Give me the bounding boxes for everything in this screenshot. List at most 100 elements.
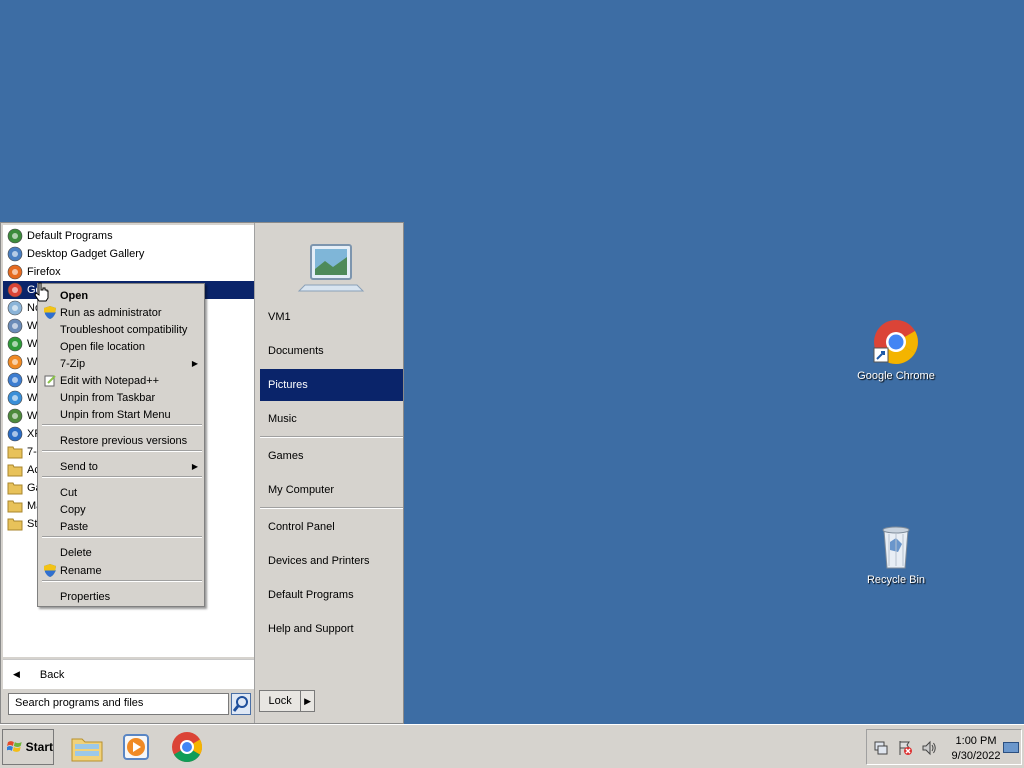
context-menu-item[interactable]: Open bbox=[40, 287, 204, 304]
back-arrow-icon: ◀ bbox=[13, 669, 20, 679]
desktop-icon-label: Google Chrome bbox=[857, 370, 935, 382]
context-menu-item-label: Cut bbox=[60, 486, 78, 499]
uac-shield-icon bbox=[44, 564, 56, 577]
context-menu-item[interactable]: Unpin from Taskbar bbox=[40, 389, 204, 406]
search-input[interactable]: Search programs and files bbox=[8, 693, 229, 715]
submenu-arrow-icon: ▶ bbox=[191, 359, 198, 368]
separator bbox=[42, 536, 202, 538]
taskbar-media-player-button[interactable] bbox=[120, 731, 154, 763]
context-menu-item-label: Properties bbox=[60, 590, 111, 603]
system-tray: 1:00 PM 9/30/2022 bbox=[866, 729, 1022, 765]
context-menu-item[interactable]: Rename bbox=[40, 562, 204, 579]
context-menu-item-label: Open file location bbox=[60, 340, 145, 353]
context-menu-item-label: Edit with Notepad++ bbox=[60, 374, 160, 387]
chrome-icon bbox=[7, 282, 23, 298]
clock[interactable]: 1:00 PM 9/30/2022 bbox=[941, 734, 1011, 764]
clock-date: 9/30/2022 bbox=[951, 750, 1001, 762]
context-menu-item-label: Send to bbox=[60, 460, 98, 473]
context-menu-item-label: Delete bbox=[60, 546, 92, 559]
media-center-icon bbox=[7, 336, 23, 352]
program-item[interactable]: Default Programs bbox=[3, 227, 254, 245]
context-menu-item[interactable]: Copy bbox=[40, 501, 204, 518]
back-button[interactable]: ◀ Back bbox=[3, 659, 254, 689]
folder-icon bbox=[7, 462, 23, 478]
start-menu-right-item[interactable]: VM1 bbox=[260, 301, 403, 333]
context-menu-item-label: Unpin from Taskbar bbox=[60, 391, 156, 404]
context-menu-item[interactable]: Run as administrator bbox=[40, 304, 204, 321]
action-center-flag-icon[interactable] bbox=[897, 740, 913, 759]
start-label: Start bbox=[25, 740, 53, 754]
recycle-bin-desktop-icon[interactable]: Recycle Bin bbox=[851, 522, 941, 586]
context-menu-item[interactable]: Unpin from Start Menu bbox=[40, 406, 204, 423]
lock-button[interactable]: Lock ▶ bbox=[259, 690, 315, 712]
start-menu-right-item[interactable]: Control Panel bbox=[260, 511, 403, 543]
notepad-icon bbox=[7, 300, 23, 316]
google-chrome-desktop-icon[interactable]: Google Chrome bbox=[851, 318, 941, 382]
default-programs-icon bbox=[7, 228, 23, 244]
context-menu-item-label: Run as administrator bbox=[60, 306, 162, 319]
taskbar-chrome-button[interactable] bbox=[170, 731, 204, 763]
start-menu-right-item[interactable]: Pictures bbox=[260, 369, 403, 401]
context-menu-item-label: Rename bbox=[60, 564, 102, 577]
program-item[interactable]: Firefox bbox=[3, 263, 254, 281]
context-menu-item-label: Unpin from Start Menu bbox=[60, 408, 171, 421]
separator bbox=[42, 450, 202, 452]
context-menu-item[interactable]: Open file location bbox=[40, 338, 204, 355]
start-menu-right-item[interactable]: Music bbox=[260, 403, 403, 435]
arrow-right-icon[interactable]: ▶ bbox=[301, 691, 314, 711]
start-menu-right-item[interactable]: Games bbox=[260, 440, 403, 472]
start-menu-right-item[interactable]: Documents bbox=[260, 335, 403, 367]
context-menu-item[interactable]: Cut bbox=[40, 484, 204, 501]
back-label: Back bbox=[39, 668, 65, 681]
context-menu-item[interactable]: Send to ▶ bbox=[40, 458, 204, 475]
context-menu-item-label: Paste bbox=[60, 520, 89, 533]
context-menu-item-label: Open bbox=[60, 289, 89, 302]
folder-icon bbox=[71, 738, 103, 762]
chrome-icon bbox=[172, 732, 203, 763]
separator bbox=[260, 507, 403, 509]
folder-icon bbox=[7, 516, 23, 532]
xps-icon bbox=[7, 426, 23, 442]
separator bbox=[42, 580, 202, 582]
folder-icon bbox=[7, 498, 23, 514]
start-menu-right-item[interactable]: My Computer bbox=[260, 474, 403, 506]
magnifier-icon bbox=[232, 696, 248, 712]
separator bbox=[42, 476, 202, 478]
search-button[interactable] bbox=[231, 693, 251, 715]
taskbar: Start 1:00 PM 9/30/2022 bbox=[0, 724, 1024, 768]
explorer-icon bbox=[7, 408, 23, 424]
hand-cursor-icon bbox=[34, 282, 50, 302]
desktop-icon-label: Recycle Bin bbox=[866, 574, 926, 586]
clock-time: 1:00 PM bbox=[955, 735, 997, 747]
show-desktop-icon[interactable] bbox=[1003, 742, 1019, 754]
start-button[interactable]: Start bbox=[2, 729, 54, 765]
start-menu-right-item[interactable]: Devices and Printers bbox=[260, 545, 403, 577]
windows-logo-icon bbox=[7, 741, 22, 752]
program-item-label: Firefox bbox=[27, 266, 61, 278]
program-item[interactable]: Desktop Gadget Gallery bbox=[3, 245, 254, 263]
volume-icon[interactable] bbox=[921, 740, 937, 759]
lock-label: Lock bbox=[260, 691, 302, 711]
taskbar-explorer-button[interactable] bbox=[70, 731, 104, 763]
context-menu-item[interactable]: Paste bbox=[40, 518, 204, 535]
submenu-arrow-icon: ▶ bbox=[191, 462, 198, 471]
context-menu-item[interactable]: Edit with Notepad++ bbox=[40, 372, 204, 389]
media-player-icon bbox=[7, 354, 23, 370]
gadget-gallery-icon bbox=[7, 246, 23, 262]
context-menu-item[interactable]: Troubleshoot compatibility bbox=[40, 321, 204, 338]
context-menu-item[interactable]: Properties bbox=[40, 588, 204, 605]
network-icon[interactable] bbox=[873, 740, 889, 759]
context-menu-item[interactable]: Delete bbox=[40, 544, 204, 561]
context-menu-item-label: Restore previous versions bbox=[60, 434, 188, 447]
fax-icon bbox=[7, 318, 23, 334]
context-menu-item[interactable]: 7-Zip ▶ bbox=[40, 355, 204, 372]
user-picture bbox=[297, 241, 365, 293]
chrome-icon bbox=[872, 318, 920, 366]
separator bbox=[42, 424, 202, 426]
start-menu-right-item[interactable]: Help and Support bbox=[260, 613, 403, 645]
context-menu-item[interactable]: Restore previous versions bbox=[40, 432, 204, 449]
start-menu-right-item[interactable]: Default Programs bbox=[260, 579, 403, 611]
media-player-icon bbox=[123, 734, 149, 760]
start-menu-right-pane: Lock ▶ VM1 Documents Pictures Music Games My … bbox=[254, 223, 403, 723]
notepad-plus-icon bbox=[44, 374, 56, 387]
